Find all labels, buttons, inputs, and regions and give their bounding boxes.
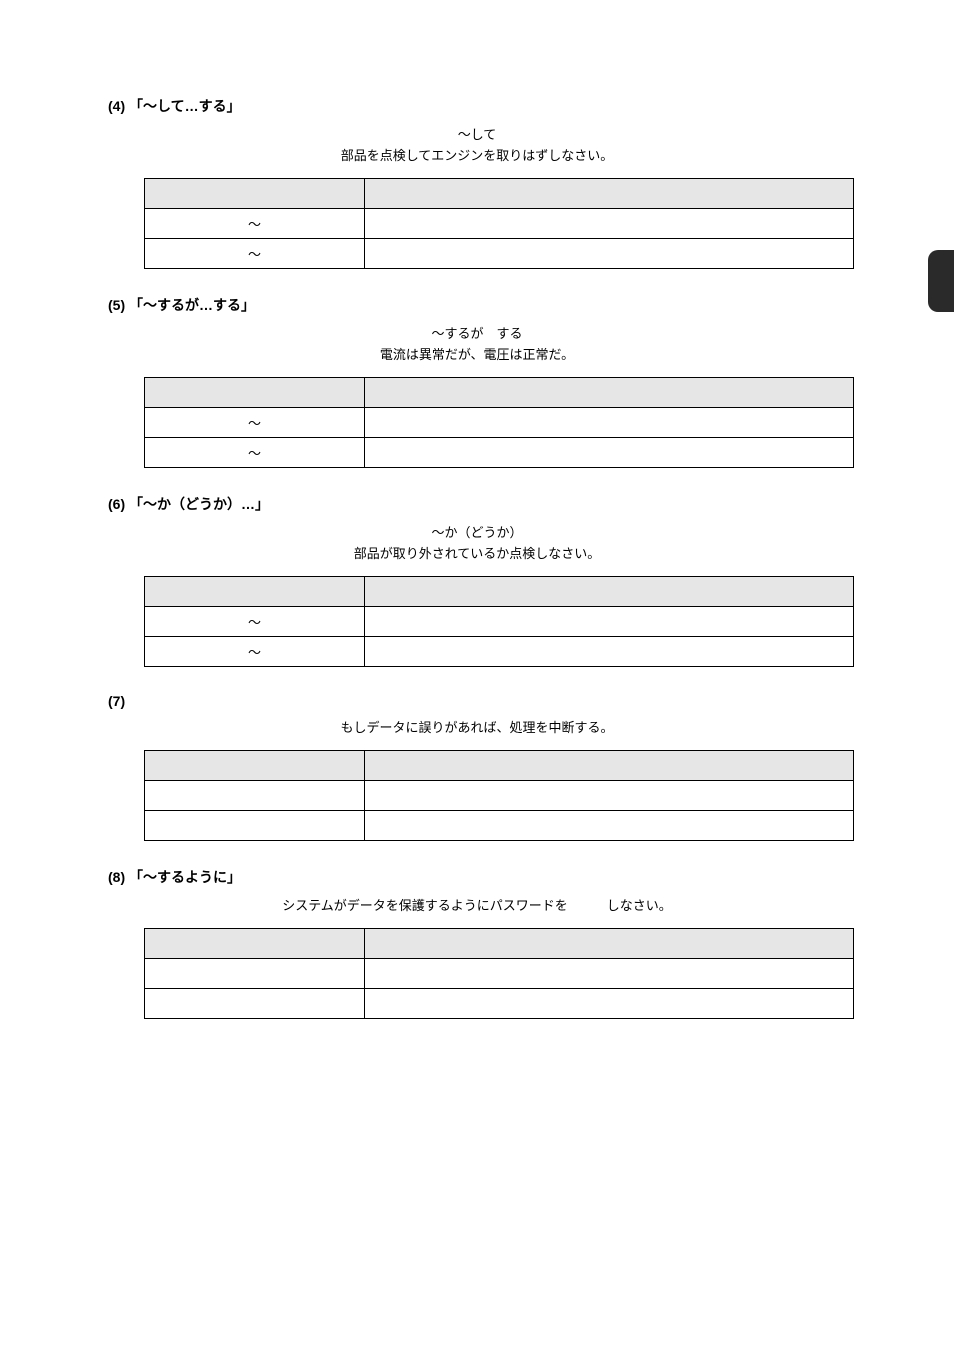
keyword-line: ～か（どうか）	[90, 522, 864, 541]
table-row	[145, 989, 854, 1019]
table-row: ～	[145, 239, 854, 269]
grammar-table	[144, 750, 854, 841]
example-sentence: システムがデータを保護するようにパスワードを しなさい。	[90, 895, 864, 914]
table-header-row	[145, 577, 854, 607]
table-header-cell	[365, 929, 854, 959]
section-heading: 「～か（どうか）…」	[129, 496, 269, 512]
table-header-row	[145, 929, 854, 959]
table-row: ～	[145, 607, 854, 637]
section-num: (4)	[108, 98, 125, 114]
section-heading: 「～するように」	[129, 869, 241, 885]
side-tab	[928, 250, 954, 312]
example-sentence: 電流は異常だが、電圧は正常だ。	[90, 344, 864, 363]
keyword-line: ～するが する	[90, 323, 864, 342]
table-header-cell	[365, 577, 854, 607]
table-header-cell	[365, 751, 854, 781]
table-header-row	[145, 751, 854, 781]
table-row: ～	[145, 408, 854, 438]
table-cell	[365, 811, 854, 841]
table-header-cell	[365, 179, 854, 209]
table-cell	[145, 989, 365, 1019]
section-5: (5) 「～するが…する」 ～するが する 電流は異常だが、電圧は正常だ。 ～ …	[90, 295, 864, 468]
table-cell	[365, 438, 854, 468]
table-cell: ～	[145, 408, 365, 438]
section-heading: 「～して…する」	[129, 98, 241, 114]
table-cell	[365, 209, 854, 239]
table-row	[145, 959, 854, 989]
table-cell: ～	[145, 209, 365, 239]
table-row: ～	[145, 209, 854, 239]
table-header-cell	[145, 378, 365, 408]
grammar-table: ～ ～	[144, 576, 854, 667]
table-cell: ～	[145, 438, 365, 468]
section-title: (6) 「～か（どうか）…」	[108, 494, 864, 514]
table-cell	[365, 637, 854, 667]
table-cell	[365, 239, 854, 269]
grammar-table	[144, 928, 854, 1019]
example-sentence: 部品を点検してエンジンを取りはずしなさい。	[90, 145, 864, 164]
grammar-table: ～ ～	[144, 377, 854, 468]
section-num: (6)	[108, 496, 125, 512]
table-cell	[145, 959, 365, 989]
section-title: (4) 「～して…する」	[108, 96, 864, 116]
section-title: (7)	[108, 693, 864, 709]
section-num: (5)	[108, 297, 125, 313]
example-sentence: もしデータに誤りがあれば、処理を中断する。	[90, 717, 864, 736]
table-row	[145, 811, 854, 841]
table-cell	[145, 811, 365, 841]
table-cell	[365, 781, 854, 811]
section-title: (8) 「～するように」	[108, 867, 864, 887]
table-cell	[145, 781, 365, 811]
page-content: (4) 「～して…する」 ～して 部品を点検してエンジンを取りはずしなさい。 ～…	[0, 0, 954, 1085]
table-cell: ～	[145, 607, 365, 637]
section-7: (7) もしデータに誤りがあれば、処理を中断する。	[90, 693, 864, 841]
grammar-table: ～ ～	[144, 178, 854, 269]
table-cell: ～	[145, 239, 365, 269]
table-cell	[365, 408, 854, 438]
table-header-cell	[365, 378, 854, 408]
section-4: (4) 「～して…する」 ～して 部品を点検してエンジンを取りはずしなさい。 ～…	[90, 96, 864, 269]
table-header-cell	[145, 929, 365, 959]
table-header-cell	[145, 577, 365, 607]
section-8: (8) 「～するように」 システムがデータを保護するようにパスワードを しなさい…	[90, 867, 864, 1019]
table-cell: ～	[145, 637, 365, 667]
table-row: ～	[145, 637, 854, 667]
example-sentence: 部品が取り外されているか点検しなさい。	[90, 543, 864, 562]
section-title: (5) 「～するが…する」	[108, 295, 864, 315]
table-cell	[365, 959, 854, 989]
section-6: (6) 「～か（どうか）…」 ～か（どうか） 部品が取り外されているか点検しなさ…	[90, 494, 864, 667]
table-cell	[365, 607, 854, 637]
section-num: (8)	[108, 869, 125, 885]
table-header-row	[145, 378, 854, 408]
table-header-row	[145, 179, 854, 209]
section-heading: 「～するが…する」	[129, 297, 255, 313]
table-row	[145, 781, 854, 811]
section-num: (7)	[108, 693, 125, 709]
table-header-cell	[145, 751, 365, 781]
table-cell	[365, 989, 854, 1019]
table-row: ～	[145, 438, 854, 468]
table-header-cell	[145, 179, 365, 209]
keyword-line: ～して	[90, 124, 864, 143]
